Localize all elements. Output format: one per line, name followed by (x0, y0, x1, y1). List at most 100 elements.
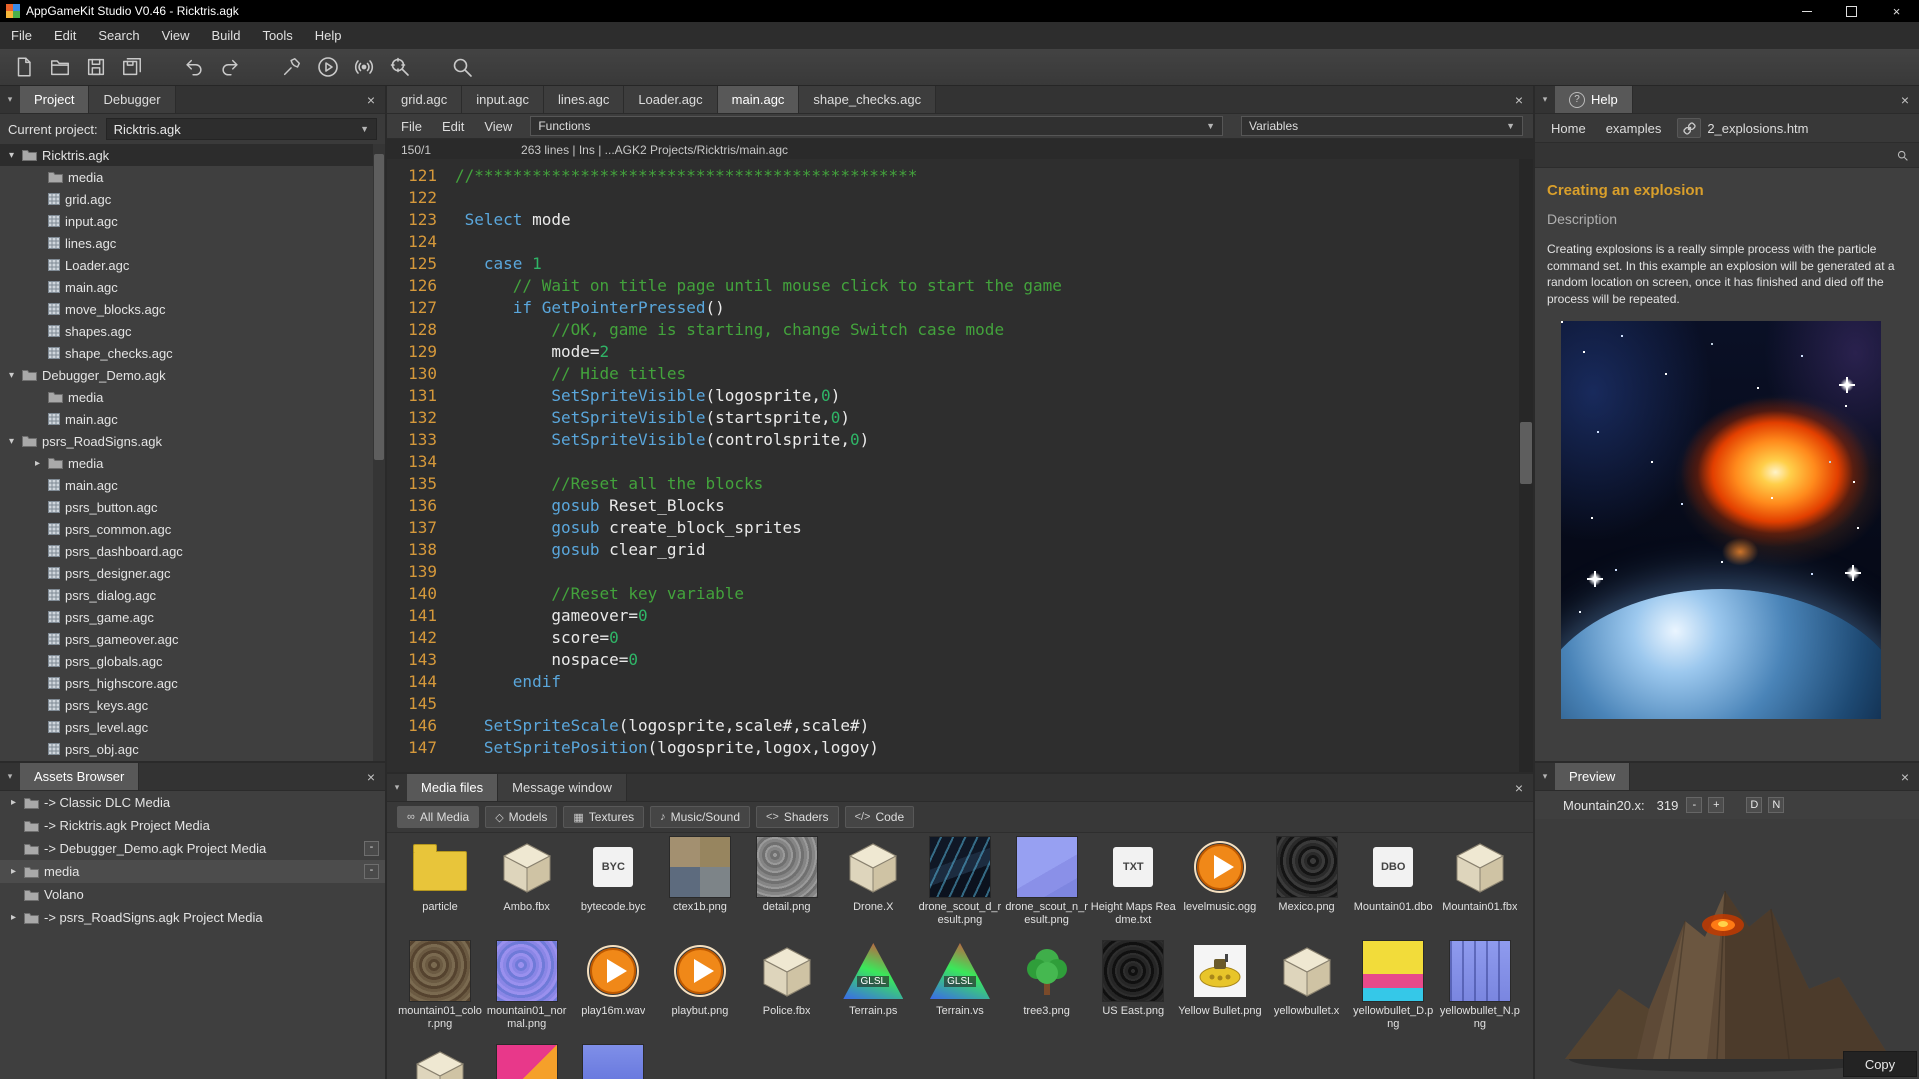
editor-menu-view[interactable]: View (474, 117, 522, 136)
current-project-dropdown[interactable]: Ricktris.agk ▼ (106, 118, 377, 140)
filter-textures[interactable]: ▦Textures (563, 806, 644, 828)
panel-menu-icon[interactable]: ▾ (0, 86, 20, 113)
compile-button[interactable] (274, 51, 310, 83)
tree-item-psrs-designer-agc[interactable]: psrs_designer.agc (0, 562, 373, 584)
media-item-yellow-bullet-png[interactable]: Yellow Bullet.png (1177, 940, 1263, 1044)
media-item-terrain-vs[interactable]: GLSLTerrain.vs (917, 940, 1003, 1044)
tree-item-psrs-highscore-agc[interactable]: psrs_highscore.agc (0, 672, 373, 694)
tab-media-files[interactable]: Media files (407, 774, 498, 801)
minimize-button[interactable] (1784, 0, 1829, 22)
tree-item-ricktris-agk[interactable]: ▾Ricktris.agk (0, 144, 373, 166)
editor-tab-loader-agc[interactable]: Loader.agc (624, 86, 717, 113)
editor-tab-main-agc[interactable]: main.agc (718, 86, 800, 113)
editor-tab-lines-agc[interactable]: lines.agc (544, 86, 624, 113)
filter-code[interactable]: </>Code (845, 806, 915, 828)
editor-tab-input-agc[interactable]: input.agc (462, 86, 544, 113)
menu-file[interactable]: File (0, 24, 43, 47)
chevron-collapsed-icon[interactable]: ▸ (8, 866, 19, 877)
editor-close-icon[interactable]: × (1505, 86, 1533, 113)
menu-build[interactable]: Build (201, 24, 252, 47)
code-editor[interactable]: 121//***********************************… (387, 159, 1519, 772)
tree-item-main-agc[interactable]: main.agc (0, 408, 373, 430)
variables-dropdown[interactable]: Variables ▼ (1241, 116, 1523, 136)
tree-item-lines-agc[interactable]: lines.agc (0, 232, 373, 254)
project-panel-close-icon[interactable]: × (357, 86, 385, 113)
media-item-bytecode-byc[interactable]: BYCbytecode.byc (570, 836, 656, 940)
preview-panel-close-icon[interactable]: × (1891, 763, 1919, 790)
asset-item-volano[interactable]: Volano (0, 883, 385, 906)
tree-item-debugger-demo-agk[interactable]: ▾Debugger_Demo.agk (0, 364, 373, 386)
tab-message-window[interactable]: Message window (498, 774, 627, 801)
asset-item-psrs-roadsigns-agk-project-media[interactable]: ▸-> psrs_RoadSigns.agk Project Media (0, 906, 385, 929)
chevron-expanded-icon[interactable]: ▾ (6, 436, 17, 447)
tree-item-psrs-obj-agc[interactable]: psrs_obj.agc (0, 738, 373, 760)
tree-item-shape-checks-agc[interactable]: shape_checks.agc (0, 342, 373, 364)
run-button[interactable] (310, 51, 346, 83)
maximize-button[interactable] (1829, 0, 1874, 22)
undo-button[interactable] (176, 51, 212, 83)
link-icon[interactable] (1677, 118, 1701, 138)
menu-help[interactable]: Help (304, 24, 353, 47)
media-item-drone-scout-n-result-png[interactable]: drone_scout_n_result.png (1004, 836, 1090, 940)
help-nav-home[interactable]: Home (1541, 118, 1596, 139)
search-button[interactable] (444, 51, 480, 83)
tree-item-psrs-keys-agc[interactable]: psrs_keys.agc (0, 694, 373, 716)
help-page-name[interactable]: 2_explosions.htm (1707, 121, 1808, 136)
menu-search[interactable]: Search (87, 24, 150, 47)
media-item-yellowbullet-d-png[interactable]: yellowbullet_D.png (1350, 940, 1436, 1044)
filter-music-sound[interactable]: ♪Music/Sound (650, 806, 750, 828)
media-item-drone-x[interactable]: Drone.X (830, 836, 916, 940)
tree-item-media[interactable]: ▸media (0, 452, 373, 474)
editor-tab-shape-checks-agc[interactable]: shape_checks.agc (799, 86, 936, 113)
tree-item-input-agc[interactable]: input.agc (0, 210, 373, 232)
save-file-button[interactable] (78, 51, 114, 83)
project-tree-scrollbar[interactable] (373, 144, 385, 761)
tree-item-psrs-level-agc[interactable]: psrs_level.agc (0, 716, 373, 738)
functions-dropdown[interactable]: Functions ▼ (530, 116, 1223, 136)
tree-item-media[interactable]: media (0, 386, 373, 408)
media-item-play16m-wav[interactable]: play16m.wav (570, 940, 656, 1044)
tree-item-grid-agc[interactable]: grid.agc (0, 188, 373, 210)
help-search-bar[interactable] (1535, 143, 1919, 168)
media-item-height-maps-readme-txt[interactable]: TXTHeight Maps Readme.txt (1090, 836, 1176, 940)
media-item-playbut-png[interactable]: playbut.png (657, 940, 743, 1044)
normal-toggle-button[interactable]: N (1768, 797, 1784, 813)
collapse-minus-button[interactable]: - (364, 841, 379, 856)
editor-scrollbar[interactable] (1519, 159, 1533, 772)
help-nav-examples[interactable]: examples (1596, 118, 1672, 139)
panel-menu-icon[interactable]: ▾ (0, 763, 20, 790)
media-item-levelmusic-ogg[interactable]: levelmusic.ogg (1177, 836, 1263, 940)
media-item-ctex1b-png[interactable]: ctex1b.png (657, 836, 743, 940)
tree-item-psrs-dialog-agc[interactable]: psrs_dialog.agc (0, 584, 373, 606)
media-item-detail-png[interactable]: detail.png (744, 836, 830, 940)
diffuse-toggle-button[interactable]: D (1746, 797, 1762, 813)
panel-menu-icon[interactable]: ▾ (387, 774, 407, 801)
editor-menu-edit[interactable]: Edit (432, 117, 474, 136)
media-item-mexico-png[interactable]: Mexico.png (1264, 836, 1350, 940)
media-item-terrain-ps[interactable]: GLSLTerrain.ps (830, 940, 916, 1044)
collapse-minus-button[interactable]: - (364, 864, 379, 879)
tab-debugger[interactable]: Debugger (89, 86, 175, 113)
tree-item-psrs-game-agc[interactable]: psrs_game.agc (0, 606, 373, 628)
chevron-expanded-icon[interactable]: ▾ (6, 150, 17, 161)
tree-item-psrs-dashboard-agc[interactable]: psrs_dashboard.agc (0, 540, 373, 562)
debug-button[interactable] (382, 51, 418, 83)
tab-assets-browser[interactable]: Assets Browser (20, 763, 139, 790)
media-item[interactable] (570, 1044, 656, 1079)
panel-menu-icon[interactable]: ▾ (1535, 86, 1555, 113)
redo-button[interactable] (212, 51, 248, 83)
menu-view[interactable]: View (151, 24, 201, 47)
tree-item-psrs-gameover-agc[interactable]: psrs_gameover.agc (0, 628, 373, 650)
asset-item-media[interactable]: ▸media- (0, 860, 385, 883)
tree-item-psrs-common-agc[interactable]: psrs_common.agc (0, 518, 373, 540)
media-item-ambo-fbx[interactable]: Ambo.fbx (484, 836, 570, 940)
editor-tab-grid-agc[interactable]: grid.agc (387, 86, 462, 113)
help-panel-close-icon[interactable]: × (1891, 86, 1919, 113)
assets-panel-close-icon[interactable]: × (357, 763, 385, 790)
media-item-tree3-png[interactable]: tree3.png (1004, 940, 1090, 1044)
tab-help[interactable]: ? Help (1555, 86, 1633, 113)
scrollbar-thumb[interactable] (1520, 422, 1532, 484)
decrement-button[interactable]: - (1686, 797, 1702, 813)
media-item-mountain01-color-png[interactable]: mountain01_color.png (397, 940, 483, 1044)
tree-item-loader-agc[interactable]: Loader.agc (0, 254, 373, 276)
